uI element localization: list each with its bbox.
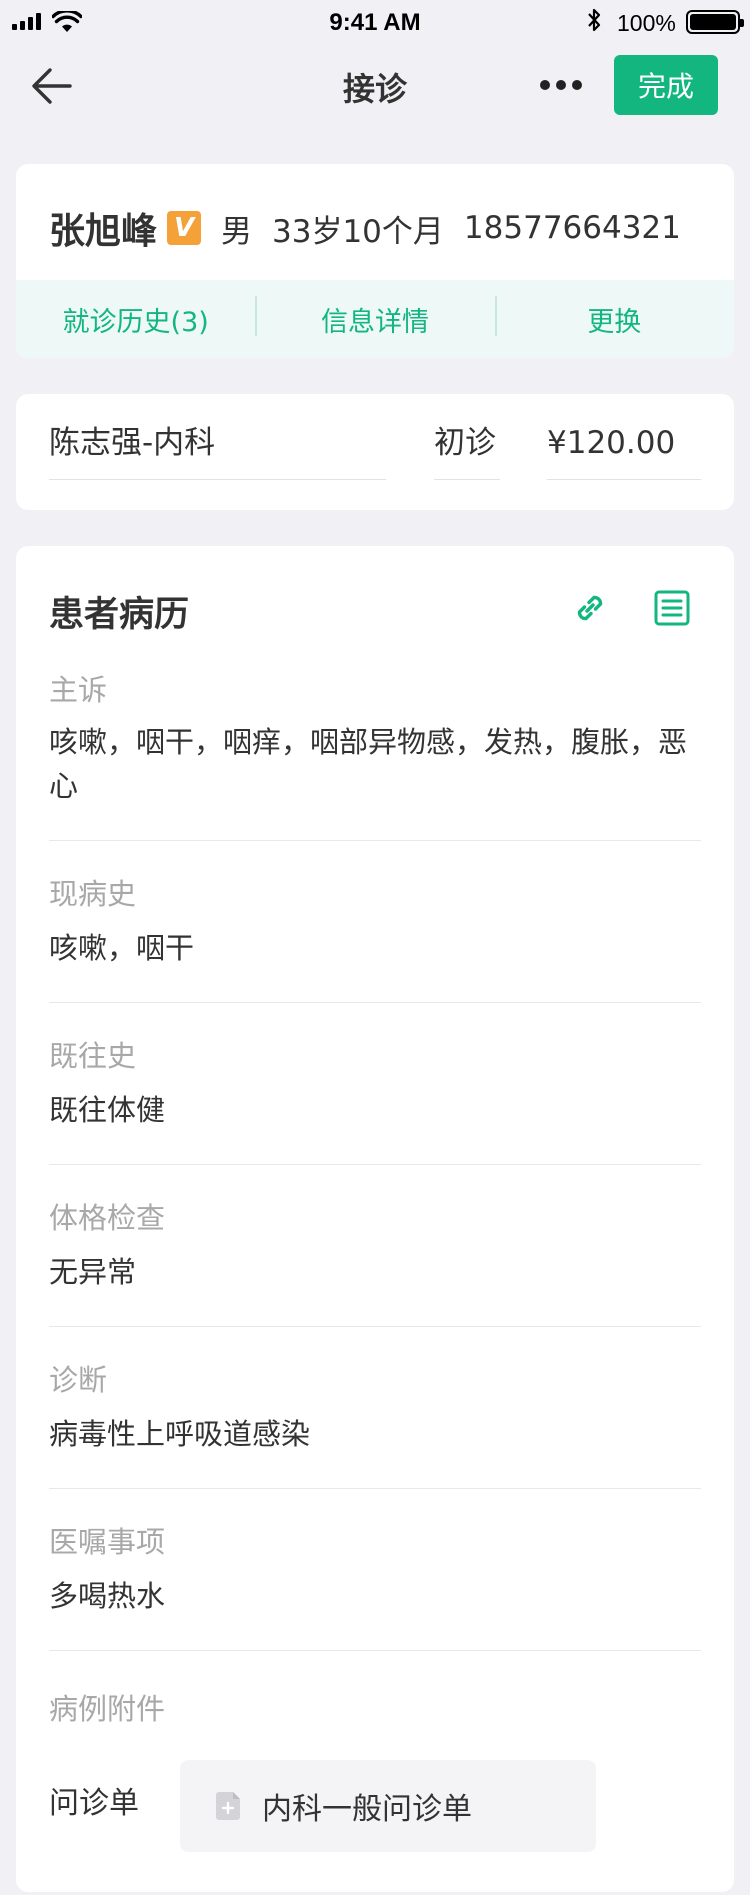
- patient-tabs: 就诊历史(3) 信息详情 更换: [16, 280, 734, 358]
- status-bar: 9:41 AM 100%: [0, 0, 750, 44]
- field-label: 主诉: [49, 673, 108, 707]
- field-value: 病毒性上呼吸道感染: [49, 1417, 311, 1451]
- fee-field[interactable]: ¥120.00: [547, 420, 701, 480]
- patient-gender: 男: [221, 213, 253, 250]
- questionnaire-label: 问诊单: [49, 1786, 139, 1821]
- medical-record-card: 患者病历 主诉 咳嗽，咽干，咽痒，咽部异物感，发热，腹胀，恶心 现病史 咳嗽，咽…: [16, 546, 734, 1892]
- divider: [49, 1650, 701, 1651]
- field-value: 既往体健: [49, 1093, 166, 1127]
- field-label: 现病史: [49, 877, 137, 911]
- patient-info: 张旭峰 V 男 33岁10个月 18577664321: [49, 202, 701, 254]
- navigation-bar: 接诊 完成: [0, 44, 750, 128]
- divider: [49, 840, 701, 841]
- questionnaire-attachment[interactable]: 内科一般问诊单: [180, 1760, 596, 1852]
- field-label: 体格检查: [49, 1201, 166, 1235]
- field-medical-advice[interactable]: 医嘱事项 多喝热水: [49, 1522, 701, 1618]
- patient-card: 张旭峰 V 男 33岁10个月 18577664321 就诊历史(3) 信息详情…: [16, 164, 734, 358]
- patient-age: 33岁10个月: [272, 213, 444, 250]
- field-value: 咳嗽，咽干: [49, 931, 195, 965]
- more-icon[interactable]: [540, 78, 582, 92]
- tab-change-patient[interactable]: 更换: [494, 295, 734, 339]
- divider: [49, 1488, 701, 1489]
- field-diagnosis[interactable]: 诊断 病毒性上呼吸道感染: [49, 1360, 701, 1456]
- attachments-label: 病例附件: [49, 1692, 166, 1726]
- field-past-history[interactable]: 既往史 既往体健: [49, 1036, 701, 1132]
- field-value: 多喝热水: [49, 1579, 166, 1613]
- patient-phone: 18577664321: [463, 210, 681, 246]
- patient-name: 张旭峰: [49, 211, 158, 252]
- record-title: 患者病历: [49, 595, 190, 635]
- field-label: 诊断: [49, 1363, 108, 1397]
- field-label: 既往史: [49, 1039, 137, 1073]
- field-chief-complaint[interactable]: 主诉 咳嗽，咽干，咽痒，咽部异物感，发热，腹胀，恶心: [49, 670, 701, 808]
- document-icon: [216, 1792, 240, 1820]
- vip-badge: V: [167, 211, 202, 245]
- list-icon[interactable]: [652, 588, 692, 628]
- field-label: 医嘱事项: [49, 1525, 166, 1559]
- visit-card: 陈志强-内科 初诊 ¥120.00: [16, 394, 734, 510]
- field-present-illness[interactable]: 现病史 咳嗽，咽干: [49, 874, 701, 970]
- attachment-name: 内科一般问诊单: [262, 1792, 472, 1827]
- field-value: 咳嗽，咽干，咽痒，咽部异物感，发热，腹胀，恶心: [49, 725, 688, 803]
- battery-icon: [686, 10, 744, 34]
- bluetooth-icon: [588, 8, 601, 32]
- divider: [49, 1002, 701, 1003]
- tab-visit-history[interactable]: 就诊历史(3): [16, 300, 255, 339]
- field-physical-exam[interactable]: 体格检查 无异常: [49, 1198, 701, 1294]
- doctor-department-select[interactable]: 陈志强-内科: [49, 420, 386, 480]
- divider: [49, 1326, 701, 1327]
- link-icon[interactable]: [570, 588, 610, 628]
- tab-info-details[interactable]: 信息详情: [255, 295, 494, 339]
- consultation-page: 9:41 AM 100% 接诊 完成 张旭峰 V 男 33岁10个月 18577…: [0, 0, 750, 1895]
- field-value: 无异常: [49, 1255, 137, 1289]
- done-button[interactable]: 完成: [614, 55, 718, 115]
- divider: [49, 1164, 701, 1165]
- visit-type-select[interactable]: 初诊: [434, 420, 500, 480]
- battery-percent: 100%: [617, 10, 676, 36]
